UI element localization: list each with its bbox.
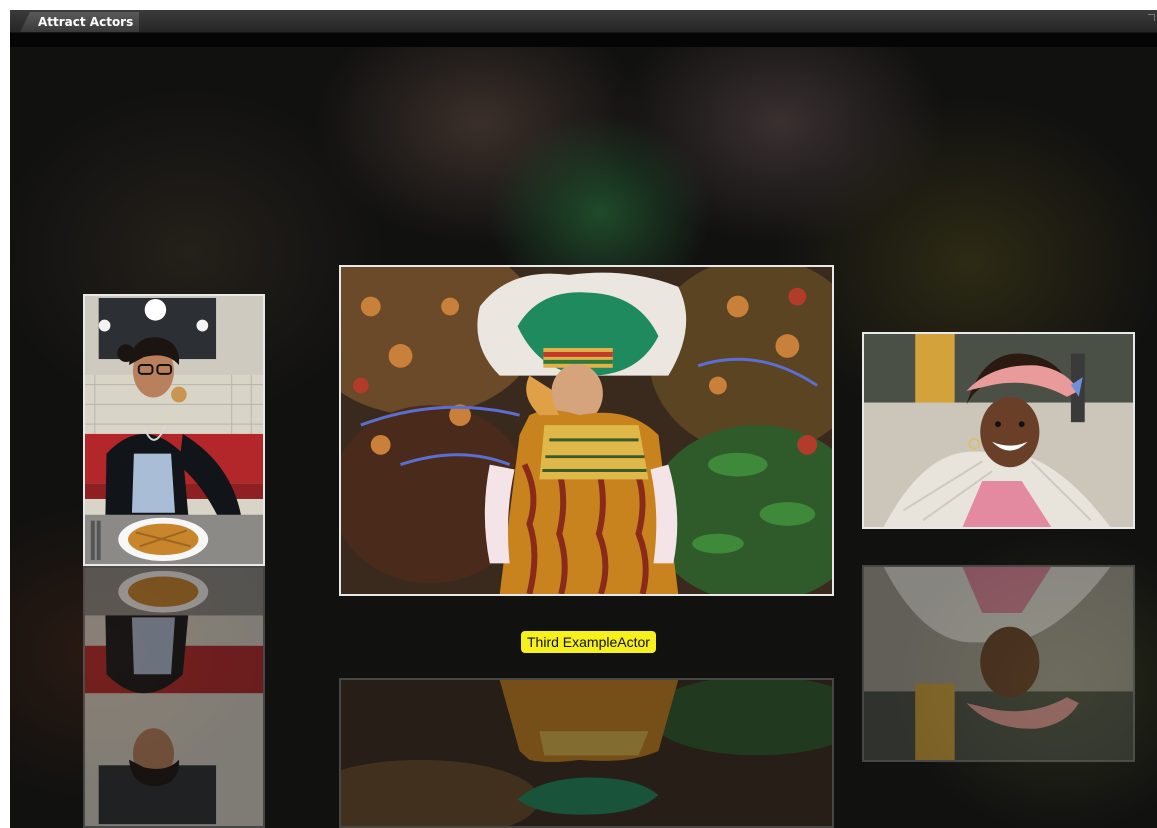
actor-image-smiling-woman-headscarf[interactable] [862, 332, 1135, 529]
actor-image-festival-dancer[interactable] [339, 265, 834, 596]
reflection-smiling-woman-headscarf [862, 565, 1135, 762]
actor-stage-canvas[interactable]: Third ExampleActor [10, 33, 1157, 828]
document-tab-bar: Attract Actors [10, 10, 1157, 33]
stage-top-band [10, 33, 1157, 47]
tab-attract-actors[interactable]: Attract Actors [20, 12, 140, 32]
tab-menu-icon[interactable] [1148, 14, 1155, 21]
attract-actors-window: Attract Actors Third ExampleActor [0, 0, 1157, 828]
reflection-festival-dancer [339, 678, 834, 828]
actor-image-woman-eating-waffle[interactable] [83, 294, 265, 566]
reflection-woman-eating-waffle [83, 566, 265, 828]
actor-name-label: Third ExampleActor [521, 631, 656, 653]
